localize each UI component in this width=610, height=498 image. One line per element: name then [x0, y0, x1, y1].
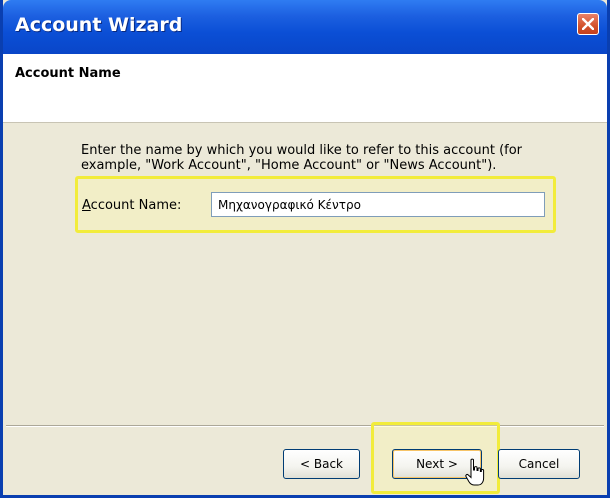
title-bar[interactable]: Account Wizard [3, 0, 607, 54]
account-name-label-text: ccount Name: [90, 198, 182, 213]
footer-separator [6, 425, 604, 427]
account-wizard-window: Account Wizard Account Name Enter the na… [0, 0, 610, 498]
back-button[interactable]: < Back [283, 449, 360, 479]
pointer-hand-icon [465, 458, 485, 486]
close-button[interactable] [577, 13, 599, 35]
account-name-label: Account Name: [82, 198, 181, 213]
account-name-accesskey: A [82, 198, 91, 213]
close-icon [582, 18, 594, 30]
cancel-button[interactable]: Cancel [498, 449, 580, 479]
account-name-input[interactable] [211, 192, 545, 217]
wizard-header: Account Name [3, 54, 607, 123]
instructions-text: Enter the name by which you would like t… [81, 143, 523, 173]
page-title: Account Name [15, 66, 121, 81]
wizard-content: Enter the name by which you would like t… [3, 123, 607, 423]
window-title: Account Wizard [15, 14, 183, 36]
